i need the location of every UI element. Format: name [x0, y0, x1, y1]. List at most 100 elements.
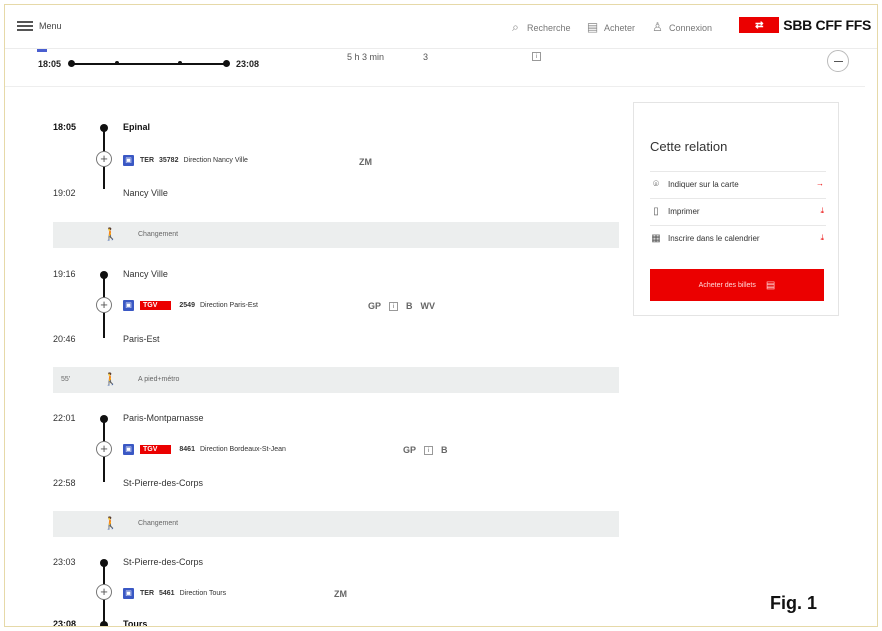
- summary-end-dot: [223, 60, 230, 67]
- train-direction: Direction Tours: [179, 590, 227, 597]
- attr-b: B: [406, 301, 413, 311]
- relation-panel: Cette relation ⌾ Indiquer sur la carte →…: [633, 102, 839, 316]
- train-attributes: ZM: [359, 157, 372, 167]
- summary-change-dot: [115, 61, 119, 65]
- stop-dot: [100, 621, 108, 626]
- train-info[interactable]: ▣ TER 35782 Direction Nancy Ville: [123, 155, 248, 166]
- hamburger-icon: [17, 21, 33, 31]
- stop-dot: [100, 271, 108, 279]
- tgv-badge: TGV: [140, 445, 172, 454]
- summary-changes: 3: [423, 52, 429, 62]
- expand-stops-button[interactable]: +: [96, 584, 112, 600]
- departure-stop[interactable]: St-Pierre-des-Corps: [123, 557, 203, 567]
- journey-segment-3: 22:01 Paris-Montparnasse + ▣ TGV 8461 Di…: [53, 408, 619, 490]
- attr-gp: GP: [368, 301, 382, 311]
- arrival-stop[interactable]: Nancy Ville: [123, 188, 168, 198]
- calendar-icon: ▦: [651, 233, 661, 244]
- arrival-time: 20:46: [53, 334, 76, 344]
- sbb-flag-icon: ⇄: [739, 17, 780, 33]
- show-on-map-link[interactable]: ⌾ Indiquer sur la carte →: [650, 171, 826, 197]
- train-direction: Direction Nancy Ville: [183, 157, 248, 164]
- train-attributes: ZM: [334, 589, 347, 599]
- departure-time: 19:16: [53, 269, 76, 279]
- arrow-right-icon: →: [816, 179, 824, 188]
- attr-gp: GP: [403, 445, 417, 455]
- journey-segment-2: 19:16 Nancy Ville + ▣ TGV 2549 Direction…: [53, 264, 619, 346]
- buy-tickets-label: Acheter des billets: [698, 281, 756, 289]
- arrival-stop[interactable]: St-Pierre-des-Corps: [123, 478, 203, 488]
- train-attributes: GP i B: [403, 445, 448, 455]
- train-attributes: GP i B WV: [368, 301, 435, 311]
- expand-stops-button[interactable]: +: [96, 151, 112, 167]
- user-icon: ♙: [652, 20, 663, 34]
- menu-button[interactable]: Menu: [17, 21, 62, 31]
- ticket-icon: ▤: [586, 20, 599, 34]
- print-icon: ▯: [653, 206, 659, 217]
- departure-stop[interactable]: Paris-Montparnasse: [123, 413, 204, 423]
- expand-stops-button[interactable]: +: [96, 441, 112, 457]
- transfer-label: A pied+métro: [138, 376, 180, 383]
- top-header: Menu ⌕ Recherche ▤ Acheter ♙ Connexion ⇄…: [5, 5, 877, 49]
- arrival-time: 19:02: [53, 188, 76, 198]
- summary-duration: 5 h 3 min: [347, 52, 385, 62]
- train-info[interactable]: ▣ TGV 2549 Direction Paris-Est: [123, 300, 258, 311]
- departure-time: 22:01: [53, 413, 76, 423]
- departure-stop[interactable]: Epinal: [123, 122, 150, 132]
- journey-segment-4: 23:03 St-Pierre-des-Corps + ▣ TER 5461 D…: [53, 554, 619, 627]
- stop-dot: [100, 415, 108, 423]
- departure-time: 18:05: [53, 122, 77, 132]
- train-icon: ▣: [123, 588, 134, 599]
- search-link[interactable]: ⌕ Recherche: [509, 21, 570, 34]
- app-window: Menu ⌕ Recherche ▤ Acheter ♙ Connexion ⇄…: [4, 4, 878, 627]
- download-icon: ⤓: [820, 206, 824, 215]
- train-number: 2549: [179, 302, 195, 309]
- arrival-time: 23:08: [53, 619, 77, 627]
- panel-title: Cette relation: [650, 139, 728, 154]
- expand-stops-button[interactable]: +: [96, 297, 112, 313]
- summary-start-dot: [68, 60, 75, 67]
- train-icon: ▣: [123, 444, 134, 455]
- transfer-band-1: 🚶 Changement: [53, 222, 619, 248]
- transfer-label: Changement: [138, 231, 179, 238]
- train-number: 5461: [159, 590, 175, 597]
- attr-zm: ZM: [334, 589, 347, 599]
- transfer-band-3: 🚶 Changement: [53, 511, 619, 537]
- map-label: Indiquer sur la carte: [668, 180, 739, 189]
- stop-dot: [100, 559, 108, 567]
- buy-link[interactable]: ▤ Acheter: [586, 21, 635, 34]
- train-number: 8461: [179, 446, 195, 453]
- map-pin-icon: ⌾: [653, 179, 659, 190]
- train-icon: ▣: [123, 155, 134, 166]
- walk-icon: 🚶: [103, 227, 118, 241]
- walk-icon: 🚶: [103, 516, 118, 530]
- login-link[interactable]: ♙ Connexion: [651, 21, 712, 34]
- minus-icon: [834, 61, 843, 62]
- ticket-icon: ▤: [765, 279, 776, 291]
- buy-tickets-button[interactable]: Acheter des billets ▤: [650, 269, 824, 301]
- print-link[interactable]: ▯ Imprimer ⤓: [650, 198, 826, 224]
- summary-change-dot: [178, 61, 182, 65]
- sbb-logo[interactable]: ⇄ SBB CFF FFS: [739, 17, 871, 33]
- tgv-badge: TGV: [140, 301, 172, 310]
- info-icon: i: [389, 301, 399, 311]
- login-label: Connexion: [669, 22, 713, 33]
- arrival-stop[interactable]: Tours: [123, 619, 147, 626]
- arrival-time: 22:58: [53, 478, 76, 488]
- info-icon: i: [532, 52, 541, 61]
- transfer-label: Changement: [138, 520, 179, 527]
- train-info[interactable]: ▣ TER 5461 Direction Tours: [123, 588, 226, 599]
- menu-label: Menu: [39, 21, 62, 31]
- train-info[interactable]: ▣ TGV 8461 Direction Bordeaux-St-Jean: [123, 444, 286, 455]
- summary-arrival: 23:08: [236, 59, 260, 69]
- train-type: TER: [140, 157, 154, 164]
- attr-b: B: [441, 445, 448, 455]
- collapse-button[interactable]: [827, 50, 849, 72]
- connection-summary[interactable]: 18:05 23:08 5 h 3 min 3 i: [5, 49, 865, 87]
- buy-label: Acheter: [604, 22, 636, 33]
- departure-stop[interactable]: Nancy Ville: [123, 269, 168, 279]
- add-to-calendar-link[interactable]: ▦ Inscrire dans le calendrier ⤓: [650, 225, 826, 251]
- walk-icon: 🚶: [103, 372, 118, 386]
- arrival-stop[interactable]: Paris-Est: [123, 334, 160, 344]
- summary-timeline: [71, 63, 227, 65]
- info-icon: i: [424, 445, 434, 455]
